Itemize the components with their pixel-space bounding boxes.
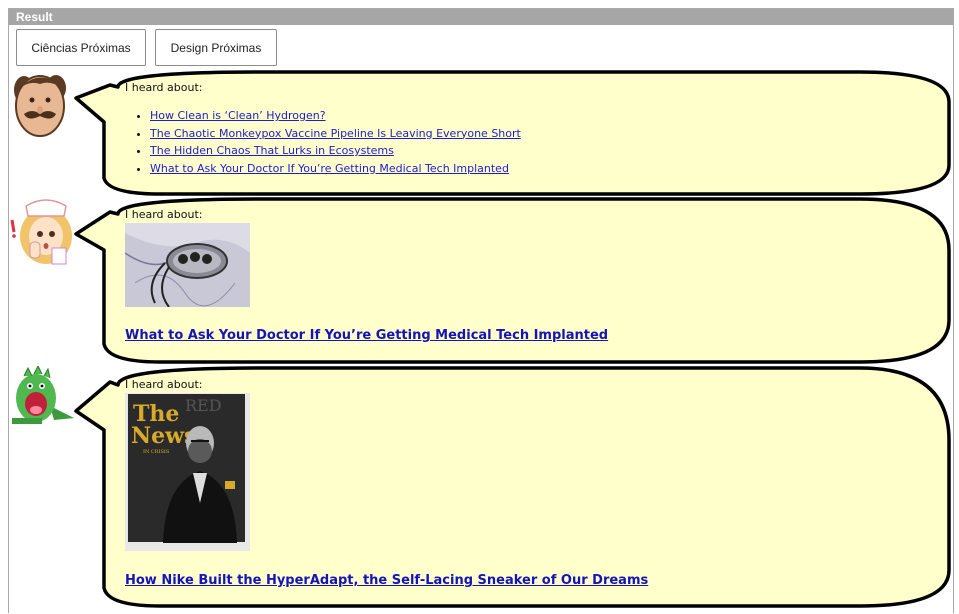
article-link-list: How Clean is ‘Clean’ Hydrogen? The Chaot… — [125, 107, 925, 177]
article-link-medical-tech[interactable]: What to Ask Your Doctor If You’re Gettin… — [150, 162, 509, 175]
mustache-man-avatar — [14, 75, 66, 137]
list-item: What to Ask Your Doctor If You’re Gettin… — [150, 160, 925, 178]
magazine-masthead: RED — [185, 396, 222, 415]
list-item: The Chaotic Monkeypox Vaccine Pipeline I… — [150, 125, 925, 143]
bubble-2-content: I heard about: — [125, 208, 925, 221]
green-monster-avatar — [12, 366, 74, 424]
medical-tech-article-title-link[interactable]: What to Ask Your Doctor If You’re Gettin… — [125, 328, 608, 343]
article-link-hydrogen[interactable]: How Clean is ‘Clean’ Hydrogen? — [150, 109, 326, 122]
bubble-1-content: I heard about: How Clean is ‘Clean’ Hydr… — [125, 81, 925, 177]
article-link-ecosystems[interactable]: The Hidden Chaos That Lurks in Ecosystem… — [150, 144, 394, 157]
bubble-3-content: I heard about: — [125, 378, 925, 391]
heard-about-label: I heard about: — [125, 378, 203, 391]
magazine-subline: IN CRISIS — [143, 449, 170, 455]
pacemaker-article-image[interactable] — [125, 223, 250, 307]
nurse-avatar — [10, 199, 72, 265]
heard-about-label: I heard about: — [125, 81, 203, 94]
list-item: How Clean is ‘Clean’ Hydrogen? — [150, 107, 925, 125]
nike-article-title-link[interactable]: How Nike Built the HyperAdapt, the Self-… — [125, 573, 648, 588]
article-link-monkeypox[interactable]: The Chaotic Monkeypox Vaccine Pipeline I… — [150, 127, 521, 140]
heard-about-label: I heard about: — [125, 208, 203, 221]
list-item: The Hidden Chaos That Lurks in Ecosystem… — [150, 142, 925, 160]
magazine-cover-image[interactable]: RED The News IN CRISIS — [125, 393, 250, 551]
